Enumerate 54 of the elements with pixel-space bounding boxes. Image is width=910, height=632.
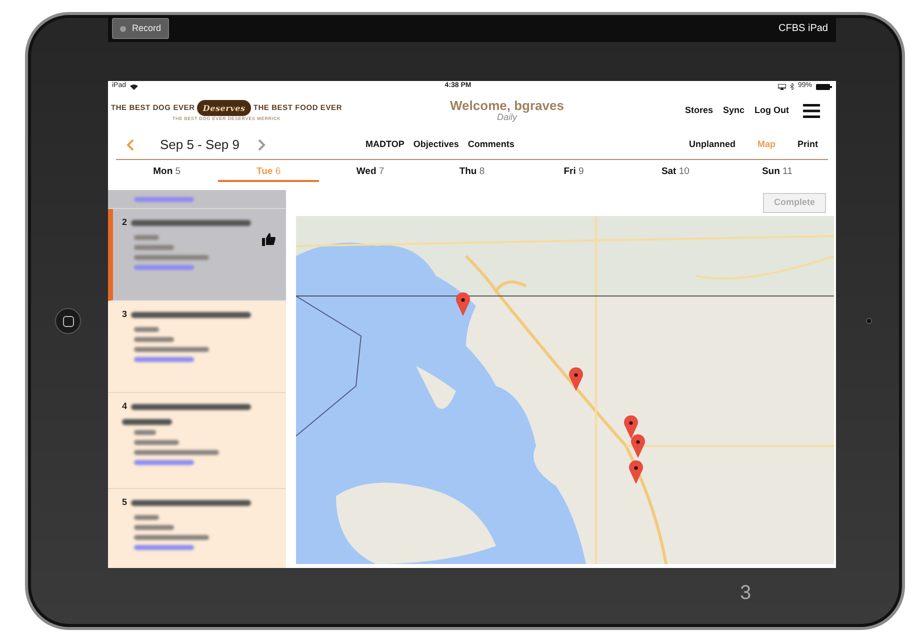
- day-tab[interactable]: Sun 11: [726, 160, 828, 190]
- stop-number: 4: [122, 400, 128, 413]
- header-link[interactable]: Sync: [722, 104, 744, 118]
- map-pin-icon[interactable]: [569, 367, 583, 391]
- stop-number: 3: [122, 308, 128, 321]
- bluetooth-icon: [790, 83, 794, 90]
- header-link[interactable]: Stores: [684, 104, 713, 118]
- blurred-text: [134, 430, 156, 434]
- blurred-text: [122, 418, 172, 424]
- blurred-text: [134, 197, 194, 202]
- blurred-text: [134, 356, 194, 362]
- blurred-text: [134, 326, 159, 332]
- day-tab[interactable]: Sat 10: [624, 160, 726, 190]
- map-pin-icon[interactable]: [624, 415, 638, 439]
- slide-number: 3: [740, 581, 752, 606]
- battery-icon: [816, 84, 832, 90]
- blurred-text: [134, 234, 159, 240]
- blurred-text: [134, 460, 194, 464]
- record-button[interactable]: Record: [112, 18, 170, 40]
- toolbar-link[interactable]: Comments: [468, 138, 514, 152]
- toolbar-link[interactable]: MADTOP: [366, 138, 404, 152]
- store-card[interactable]: 3: [108, 301, 286, 393]
- view-tab[interactable]: Print: [797, 138, 818, 152]
- map-pin-icon[interactable]: [456, 292, 470, 316]
- blurred-text: [134, 264, 194, 270]
- view-tab[interactable]: Unplanned: [688, 138, 736, 152]
- device-name: CFBS iPad: [778, 22, 828, 36]
- blurred-text: [134, 336, 174, 342]
- blurred-text: [134, 524, 174, 530]
- day-tab[interactable]: Mon 5: [116, 160, 218, 190]
- welcome-title: Welcome, bgraves: [449, 98, 565, 114]
- wifi-icon: [130, 84, 138, 90]
- stop-number: 2: [122, 216, 128, 229]
- store-card[interactable]: 2: [108, 209, 286, 301]
- menu-icon[interactable]: [803, 104, 820, 118]
- day-tab[interactable]: Thu 8: [421, 160, 523, 190]
- blurred-text: [134, 544, 194, 550]
- home-button[interactable]: [55, 308, 81, 334]
- mode-subtitle: Daily: [496, 113, 518, 124]
- map-pin-icon[interactable]: [631, 434, 645, 458]
- day-tab[interactable]: Fri 9: [522, 160, 625, 190]
- day-tab[interactable]: Wed 7: [319, 160, 422, 190]
- header-link[interactable]: Log Out: [754, 104, 789, 118]
- blurred-text: [134, 244, 174, 250]
- week-range: Sep 5 - Sep 9: [160, 136, 240, 154]
- toolbar-link[interactable]: Objectives: [413, 138, 459, 152]
- airplay-icon: [778, 84, 786, 90]
- map-pin-icon[interactable]: [629, 460, 643, 484]
- blurred-text: [134, 440, 179, 444]
- blurred-text: [134, 514, 159, 520]
- stop-number: 5: [122, 496, 128, 509]
- camera-dot: [866, 318, 872, 324]
- store-card[interactable]: 5: [108, 489, 286, 568]
- store-card[interactable]: 4: [108, 393, 286, 489]
